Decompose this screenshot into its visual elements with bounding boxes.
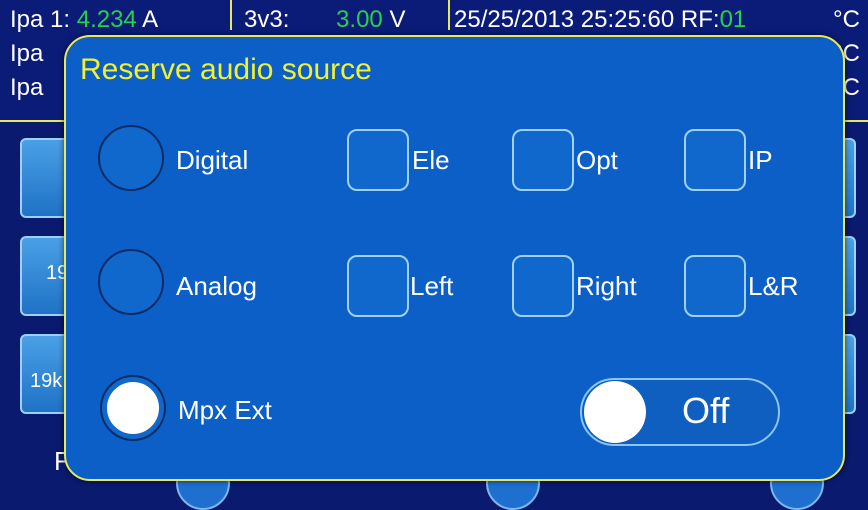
voltage-readout: 3v3: 3.00 V — [244, 6, 405, 34]
toggle-label: Off — [682, 390, 730, 431]
voltage-unit: V — [389, 6, 406, 33]
checkbox-ip-label: IP — [748, 145, 773, 175]
dialog-title: Reserve audio source — [80, 53, 372, 86]
rf-label: RF: — [680, 6, 720, 33]
radio-analog-label: Analog — [176, 271, 257, 301]
ipa2-label: Ipa — [10, 40, 44, 67]
ipa1-value: 4.234 — [76, 6, 137, 33]
datetime-readout: 25/25/2013 25:25:60 RF:01 — [454, 6, 746, 34]
ipa1-unit: A — [142, 6, 159, 33]
radio-digital[interactable] — [98, 125, 164, 191]
ipa1-readout: Ipa 1: 4.234 A — [10, 6, 158, 34]
checkbox-ele[interactable] — [347, 129, 409, 191]
reserve-audio-source-dialog: Reserve audio source Digital Analog Mpx … — [64, 35, 845, 481]
radio-mpx-ext-label: Mpx Ext — [178, 395, 272, 425]
radio-digital-label: Digital — [176, 145, 249, 175]
checkbox-ip[interactable] — [684, 129, 746, 191]
voltage-value: 3.00 — [336, 6, 383, 33]
checkbox-right[interactable] — [512, 255, 574, 317]
bg-button-3-label: 19k — [30, 370, 63, 392]
checkbox-opt-label: Opt — [576, 145, 618, 175]
datetime-value: 25/25/2013 25:25:60 — [454, 6, 675, 33]
temp-unit-1: °C — [833, 6, 860, 33]
rf-value: 01 — [719, 6, 747, 33]
ipa3-label: Ipa — [10, 74, 44, 101]
divider — [448, 0, 450, 30]
voltage-label: 3v3: — [244, 6, 290, 33]
checkbox-l-and-r-label: L&R — [748, 271, 799, 301]
radio-mpx-ext[interactable] — [102, 377, 164, 439]
divider — [230, 0, 232, 30]
checkbox-right-label: Right — [576, 271, 637, 301]
toggle-knob[interactable] — [584, 381, 646, 443]
checkbox-opt[interactable] — [512, 129, 574, 191]
on-off-toggle[interactable]: Off — [580, 378, 780, 446]
checkbox-ele-label: Ele — [412, 145, 450, 175]
checkbox-l-and-r[interactable] — [684, 255, 746, 317]
radio-analog[interactable] — [98, 249, 164, 315]
checkbox-left[interactable] — [347, 255, 409, 317]
checkbox-left-label: Left — [410, 271, 454, 301]
ipa1-label: Ipa 1: — [10, 6, 71, 33]
